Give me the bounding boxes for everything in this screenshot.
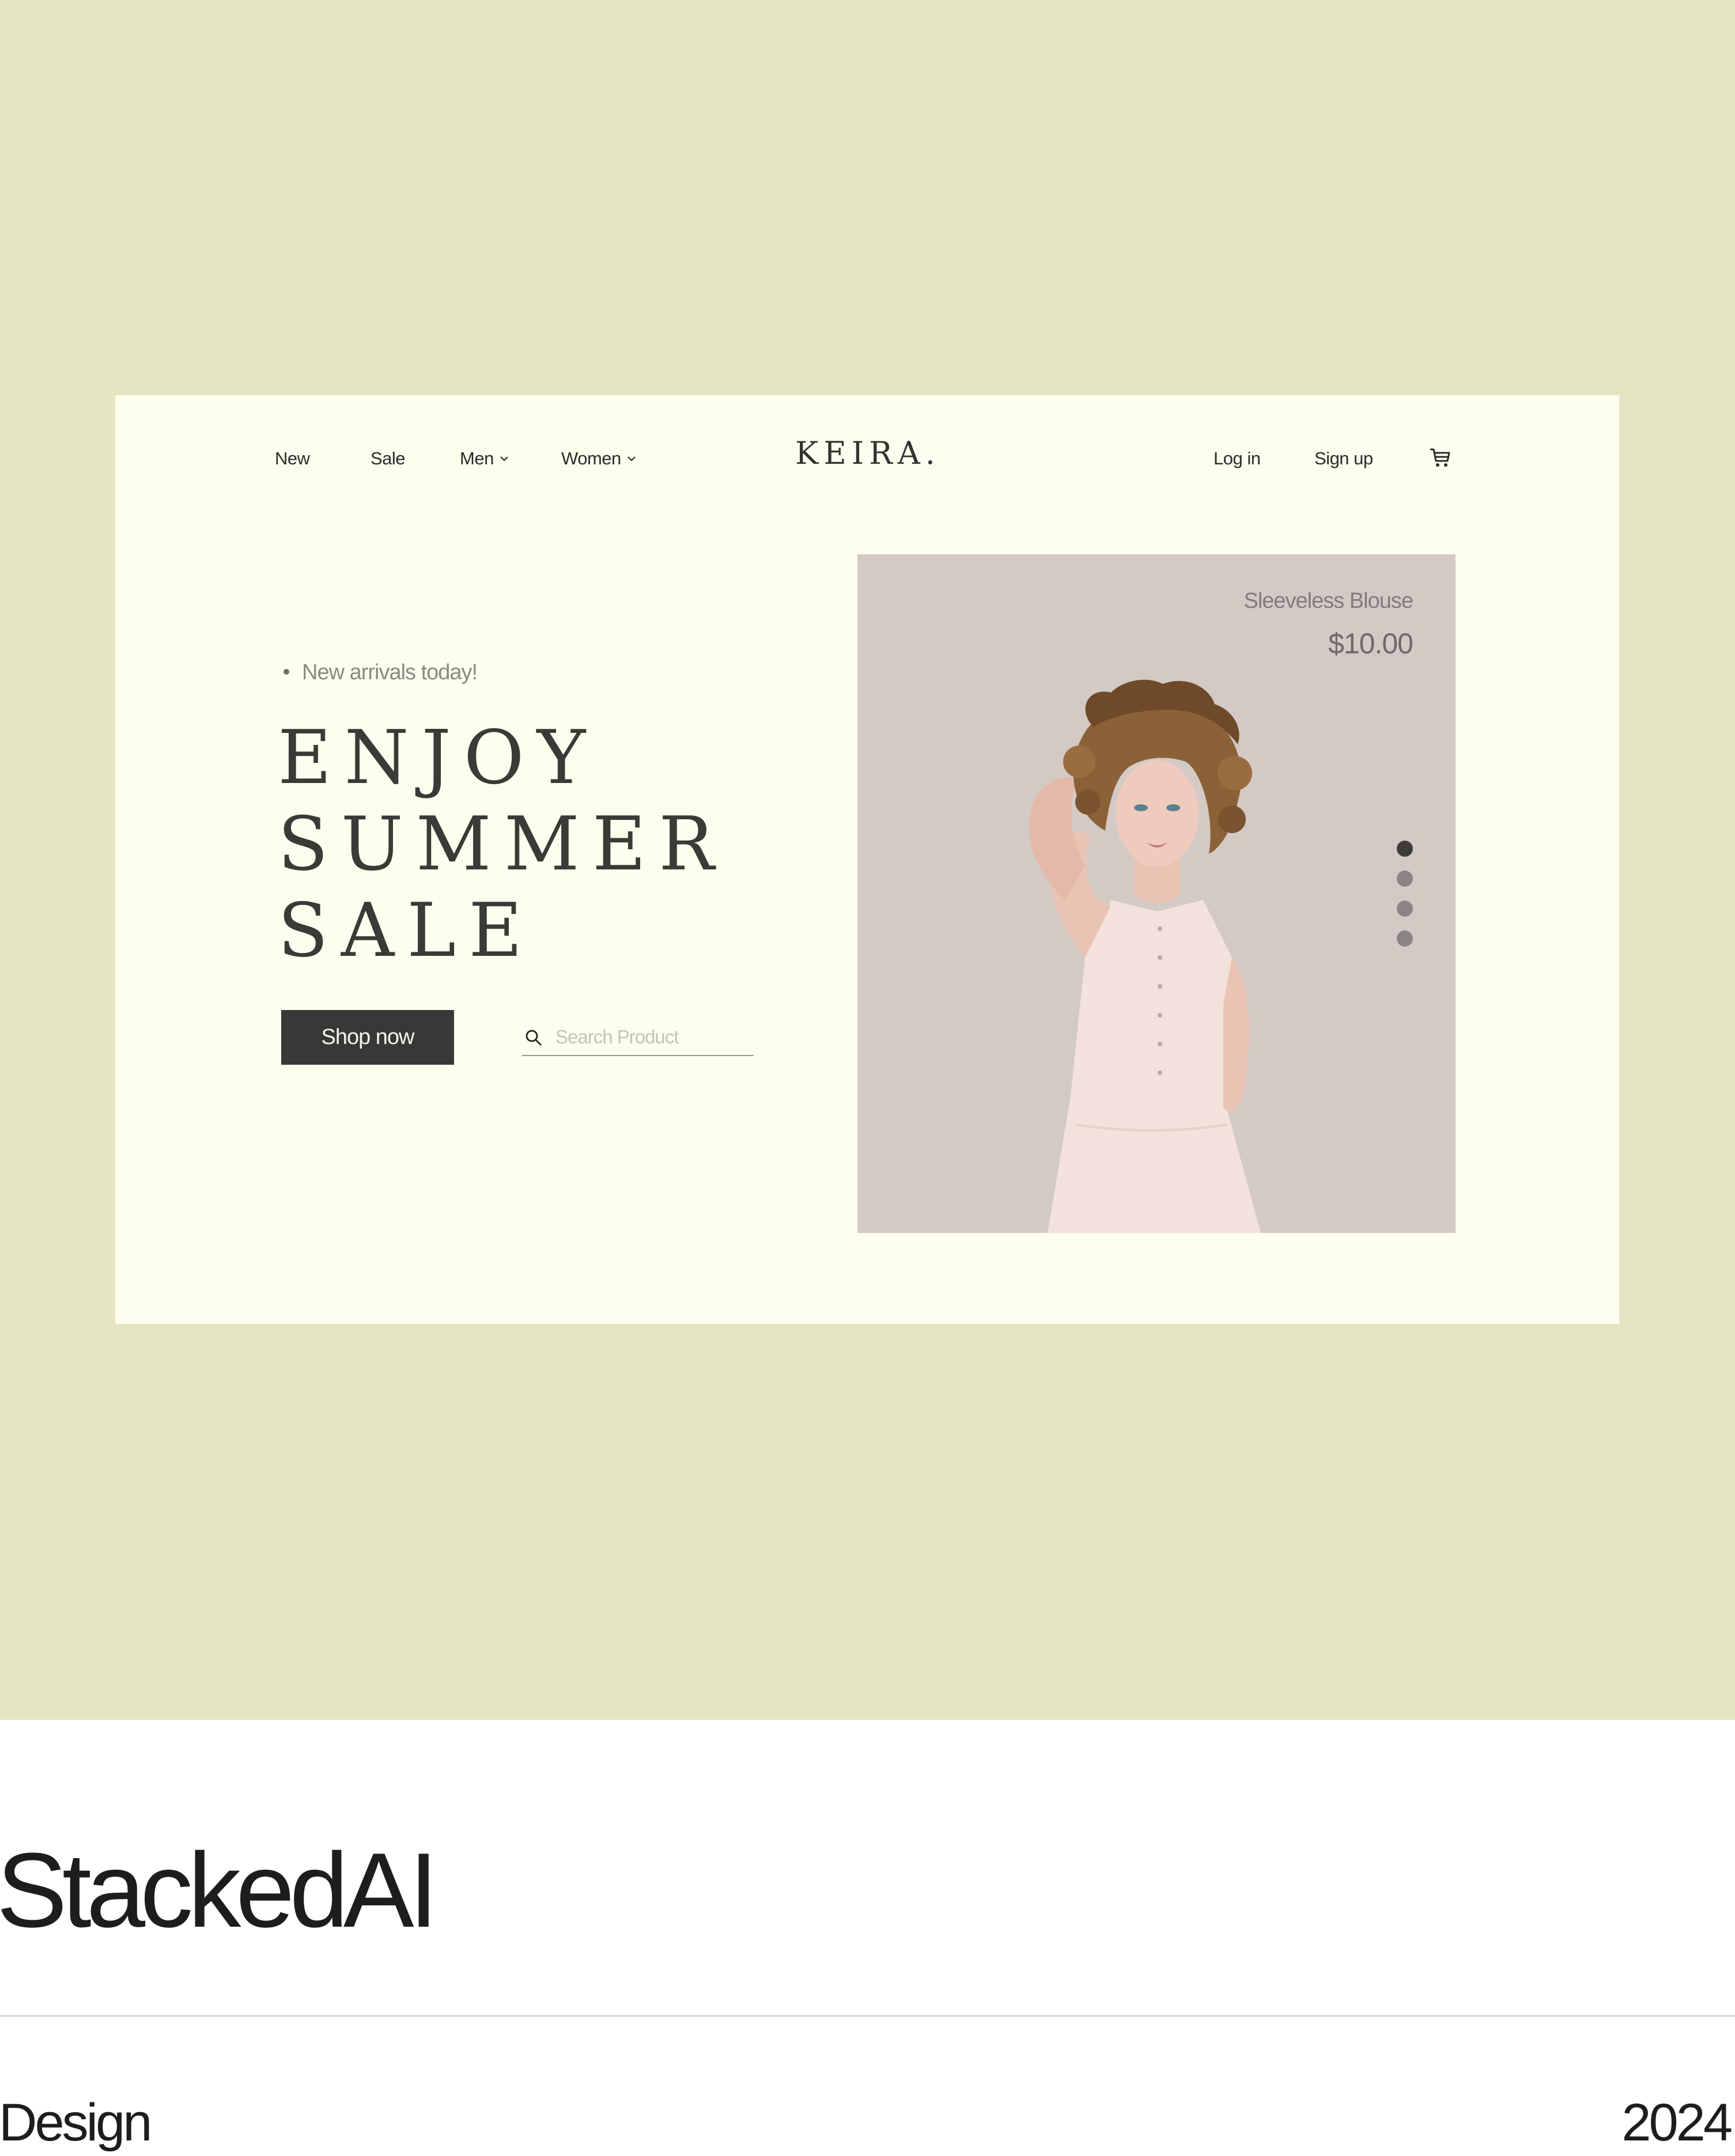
- caption-divider: [0, 2015, 1735, 2017]
- search-input[interactable]: [555, 1025, 746, 1049]
- product-name: Sleeveless Blouse: [1243, 589, 1413, 613]
- tagline-text: New arrivals today!: [302, 660, 478, 684]
- nav-item-women[interactable]: Women: [561, 449, 636, 467]
- nav-item-women-label: Women: [561, 448, 621, 468]
- signup-link[interactable]: Sign up: [1314, 449, 1373, 467]
- headline-line-1: ENJOY: [278, 715, 599, 801]
- headline-line-2: SUMMER: [278, 801, 727, 887]
- hero-headline: ENJOY SUMMER SALE: [278, 715, 727, 974]
- shop-now-button[interactable]: Shop now: [281, 1010, 454, 1065]
- nav-item-sale[interactable]: Sale: [371, 449, 406, 467]
- nav-item-men[interactable]: Men: [460, 449, 509, 467]
- cart-icon[interactable]: [1428, 446, 1451, 469]
- presentation-background: New Sale Men Women KEIRA. Log in Sign up…: [0, 0, 1735, 1720]
- search-icon[interactable]: [524, 1028, 543, 1047]
- website-mockup: New Sale Men Women KEIRA. Log in Sign up…: [115, 395, 1619, 1324]
- bullet-dot: [284, 668, 289, 675]
- new-arrivals-tagline: New arrivals today!: [284, 660, 478, 684]
- carousel-dot-1[interactable]: [1397, 841, 1413, 857]
- carousel-dot-3[interactable]: [1397, 901, 1413, 917]
- chevron-down-icon: [627, 456, 636, 462]
- project-year: 2024: [1621, 2093, 1733, 2152]
- carousel-dot-2[interactable]: [1397, 871, 1413, 887]
- nav-item-new[interactable]: New: [275, 449, 310, 467]
- project-category: Design: [0, 2093, 152, 2152]
- product-price: $10.00: [1328, 627, 1413, 660]
- chevron-down-icon: [500, 456, 508, 462]
- carousel-dot-4[interactable]: [1397, 931, 1413, 947]
- carousel-indicators: [1397, 841, 1414, 960]
- login-link[interactable]: Log in: [1214, 449, 1261, 467]
- featured-product-card[interactable]: Sleeveless Blouse $10.00: [857, 554, 1456, 1233]
- brand-logo[interactable]: KEIRA.: [795, 438, 939, 469]
- project-brand-title: StackedAI: [0, 1830, 439, 1949]
- model-photo: [1029, 679, 1261, 1233]
- headline-line-3: SALE: [278, 888, 535, 974]
- search-field: [522, 1020, 754, 1056]
- nav-item-men-label: Men: [460, 448, 494, 468]
